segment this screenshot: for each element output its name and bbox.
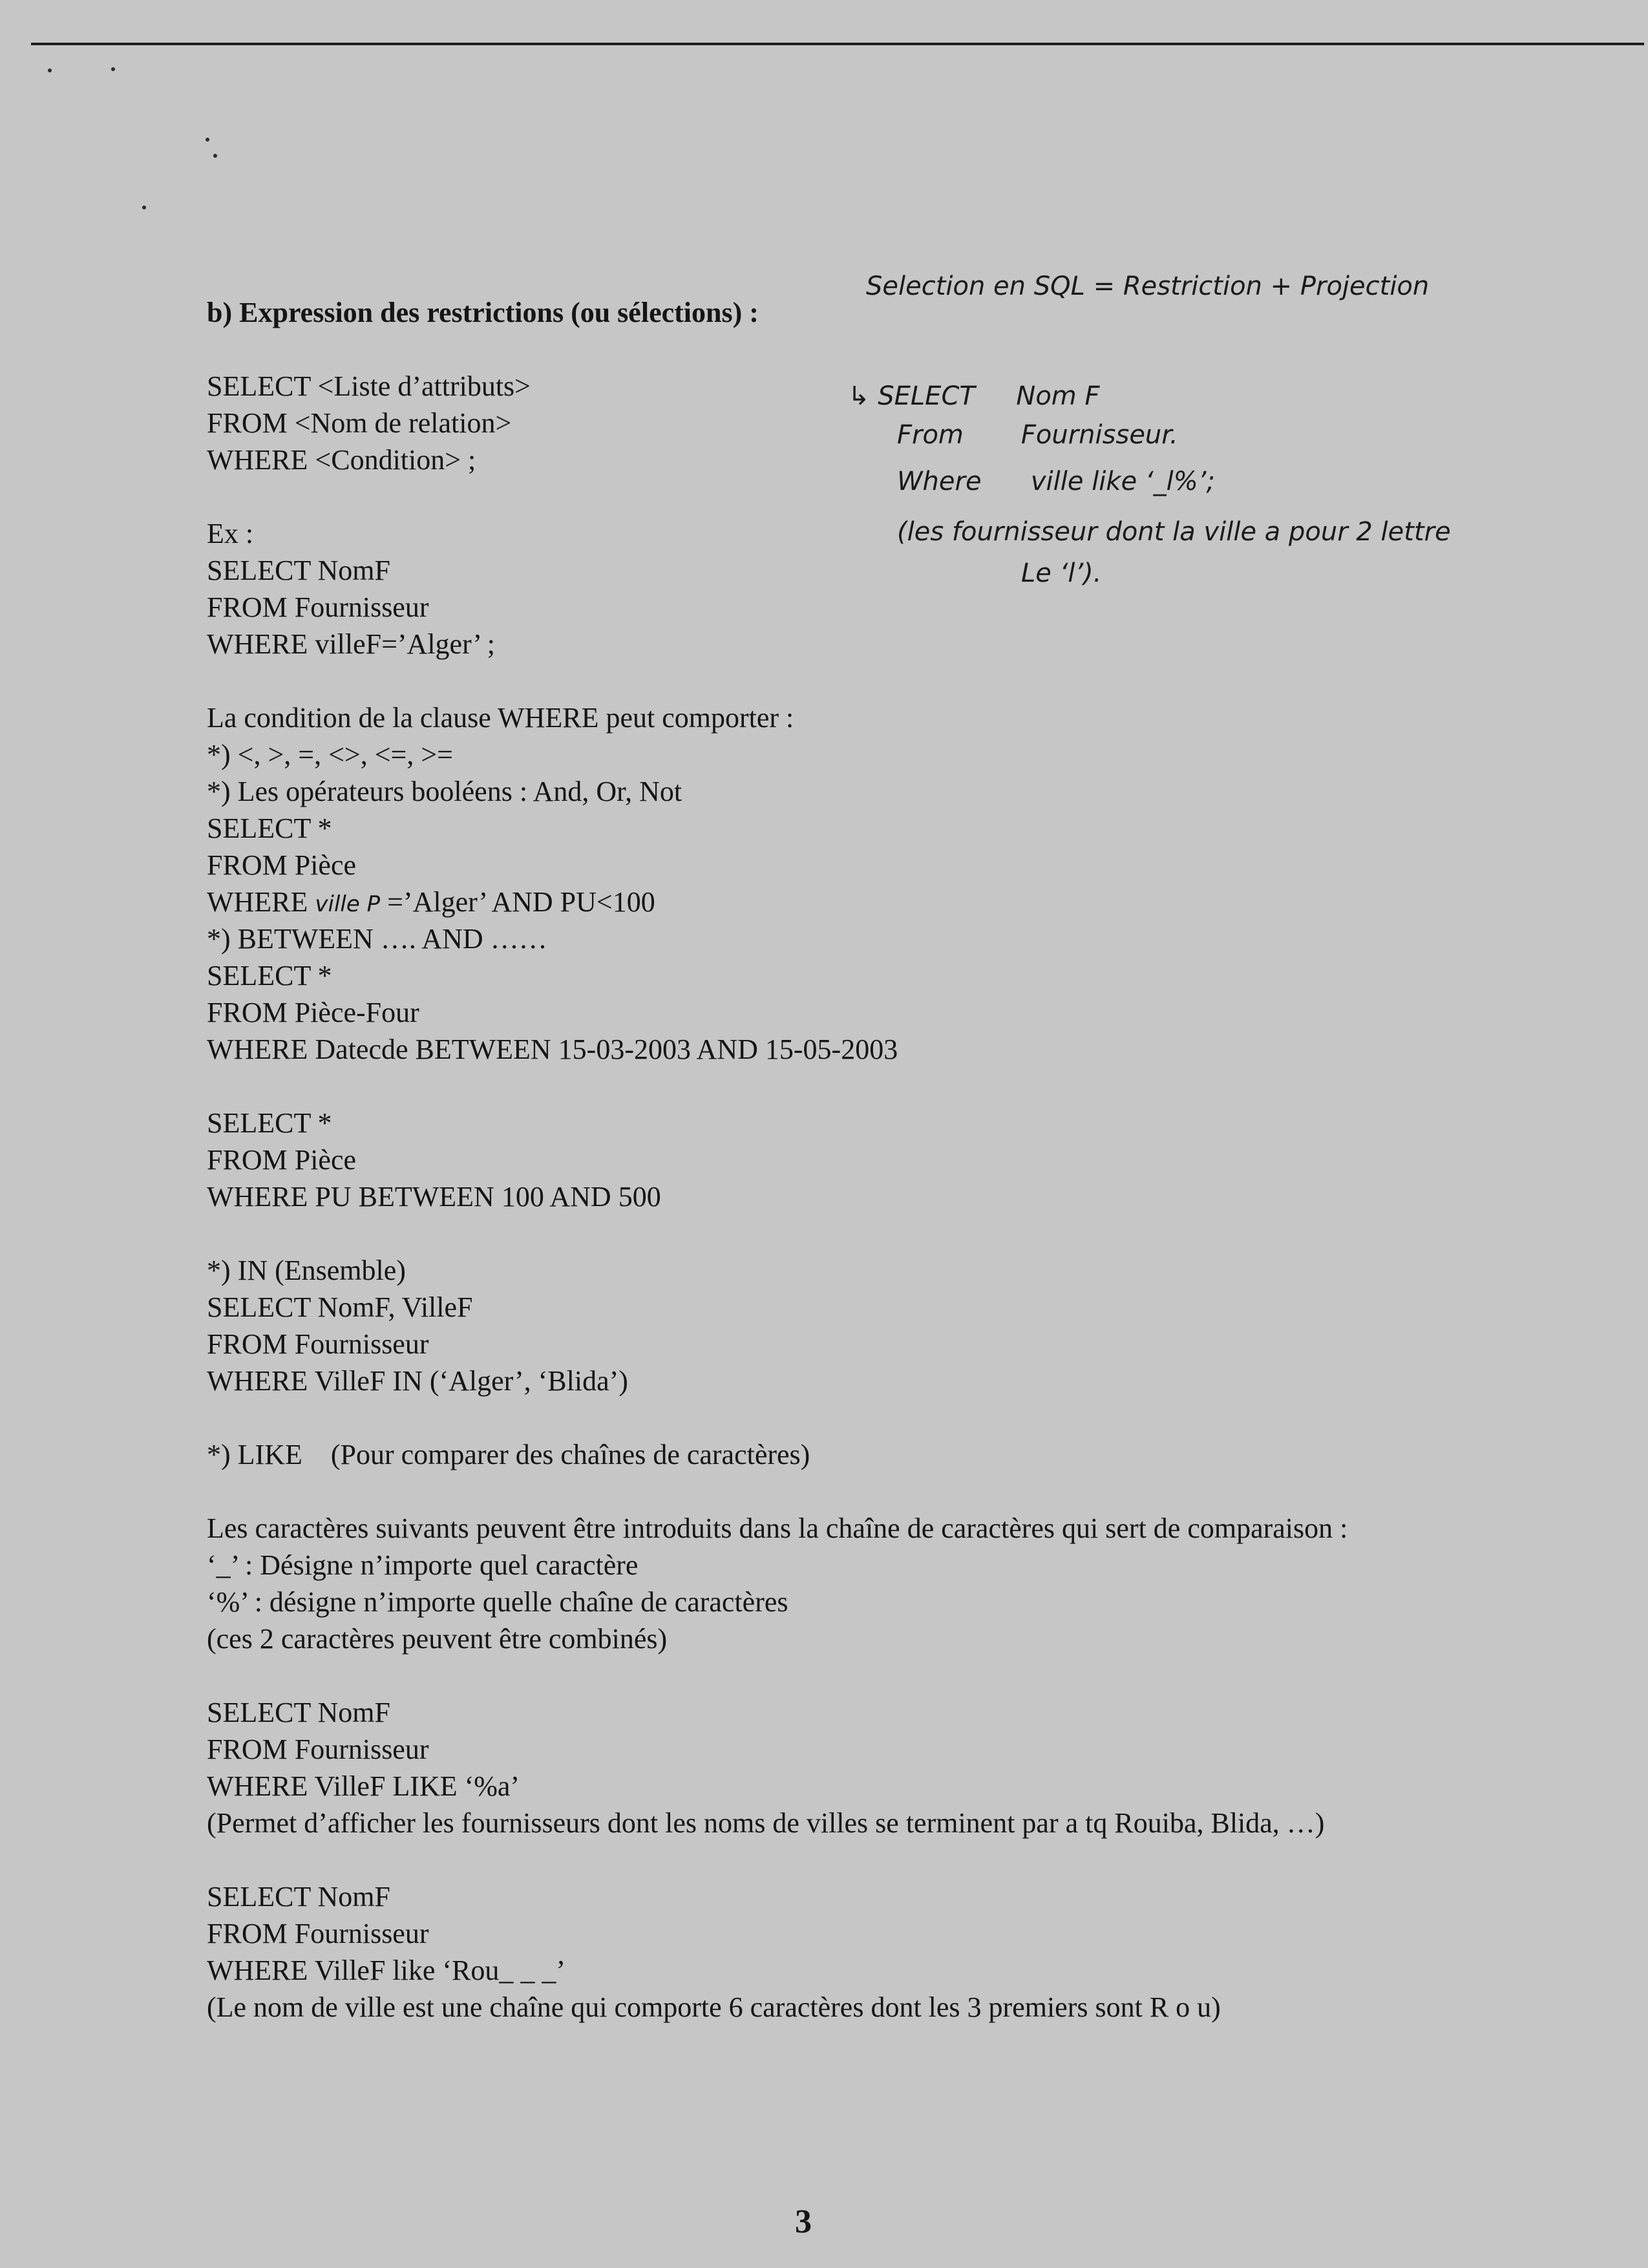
between-line: FROM Pièce (207, 1144, 356, 1176)
between-title: *) BETWEEN …. AND …… (207, 923, 547, 955)
document-body: b) Expression des restrictions (ou sélec… (207, 294, 1486, 2026)
comparison-operators: *) <, >, =, <>, <=, >= (207, 739, 453, 770)
like-line: WHERE VilleF like ‘Rou_ _ _’ (207, 1955, 566, 1986)
between-line: WHERE Datecde BETWEEN 15-03-2003 AND 15-… (207, 1033, 898, 1065)
in-line: WHERE VilleF IN (‘Alger’, ‘Blida’) (207, 1365, 628, 1397)
in-line: SELECT NomF, VilleF (207, 1291, 473, 1323)
where-keyword: WHERE (207, 886, 315, 918)
like-line: WHERE VilleF LIKE ‘%a’ (207, 1770, 520, 1802)
scan-speck (213, 154, 217, 158)
wildcard-line: ‘_’ : Désigne n’importe quel caractère (207, 1549, 639, 1581)
handwritten-title: Selection en SQL = Restriction + Project… (866, 271, 1430, 301)
in-title: *) IN (Ensemble) (207, 1255, 406, 1286)
syntax-line: SELECT <Liste d’attributs> (207, 370, 531, 402)
handwritten-note-line: Where ville like ‘_l%’; (897, 467, 1215, 496)
example-line: SELECT NomF (207, 555, 391, 586)
like-line: SELECT NomF (207, 1697, 391, 1728)
bool-example-where: WHERE ville P =’Alger’ AND PU<100 (207, 884, 1486, 920)
scan-speck (48, 69, 52, 72)
bool-example-select: SELECT * (207, 812, 332, 844)
top-rule (31, 43, 1644, 45)
between-line: SELECT * (207, 1107, 332, 1139)
where-intro: La condition de la clause WHERE peut com… (207, 702, 794, 734)
boolean-operators: *) Les opérateurs booléens : And, Or, No… (207, 776, 682, 807)
handwritten-note-line: (les fournisseur dont la ville a pour 2 … (897, 517, 1451, 547)
between-line: FROM Pièce-Four (207, 997, 419, 1028)
handwritten-note-line: From Fournisseur. (897, 420, 1178, 450)
syntax-line: FROM <Nom de relation> (207, 407, 512, 439)
like-note: (Le nom de ville est une chaîne qui comp… (207, 1991, 1221, 2023)
like-intro: Les caractères suivants peuvent être int… (207, 1512, 1348, 1544)
scan-speck (111, 67, 115, 71)
example-line: WHERE villeF=’Alger’ ; (207, 628, 495, 660)
between-line: WHERE PU BETWEEN 100 AND 500 (207, 1181, 661, 1213)
handwritten-insert: ville P (315, 891, 381, 917)
like-note: (Permet d’afficher les fournisseurs dont… (207, 1807, 1325, 1839)
scan-speck (142, 206, 146, 209)
page-number: 3 (795, 2203, 812, 2240)
handwritten-note-line: ↳ SELECT Nom F (848, 381, 1100, 411)
example-line: FROM Fournisseur (207, 591, 429, 623)
bool-example-from: FROM Pièce (207, 849, 356, 881)
like-line: FROM Fournisseur (207, 1918, 429, 1949)
scan-speck (206, 138, 209, 142)
where-condition: =’Alger’ AND PU<100 (380, 886, 655, 918)
wildcard-line: (ces 2 caractères peuvent être combinés) (207, 1623, 668, 1655)
between-line: SELECT * (207, 960, 332, 991)
like-line: SELECT NomF (207, 1881, 391, 1913)
wildcard-line: ‘%’ : désigne n’importe quelle chaîne de… (207, 1586, 788, 1618)
handwritten-note-line: Le ‘l’). (1021, 558, 1102, 588)
like-line: FROM Fournisseur (207, 1733, 429, 1765)
like-title: *) LIKE (Pour comparer des chaînes de ca… (207, 1439, 810, 1470)
syntax-line: WHERE <Condition> ; (207, 444, 476, 476)
in-line: FROM Fournisseur (207, 1328, 429, 1360)
